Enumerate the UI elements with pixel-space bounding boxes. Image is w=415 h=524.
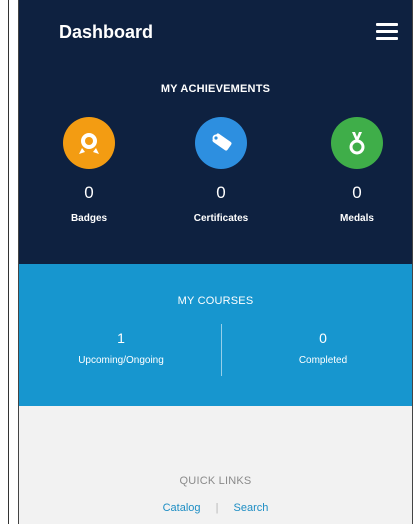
mobile-app-panel: Dashboard MY ACHIEVEMENTS 0 Badges 0 Cer… bbox=[18, 0, 413, 524]
badges-count: 0 bbox=[84, 183, 94, 202]
certificates-count: 0 bbox=[216, 183, 226, 202]
medals-label: Medals bbox=[340, 213, 374, 224]
medal-icon bbox=[331, 117, 383, 169]
search-link[interactable]: Search bbox=[234, 502, 269, 514]
completed-count: 0 bbox=[319, 330, 327, 346]
badges-label: Badges bbox=[70, 213, 108, 224]
badge-icon bbox=[63, 117, 115, 169]
courses-divider bbox=[221, 324, 222, 376]
frame-divider bbox=[8, 0, 9, 524]
page-frame: Dashboard MY ACHIEVEMENTS 0 Badges 0 Cer… bbox=[0, 0, 415, 524]
certificates-label: Certificates bbox=[193, 213, 249, 224]
achievements-title: MY ACHIEVEMENTS bbox=[160, 83, 271, 95]
medals-count: 0 bbox=[352, 183, 362, 202]
quick-links-separator: | bbox=[215, 502, 219, 514]
achievement-certificates[interactable]: 0 Certificates bbox=[161, 117, 281, 224]
achievements-section: Dashboard MY ACHIEVEMENTS 0 Badges 0 Cer… bbox=[19, 0, 412, 264]
quick-links-section: QUICK LINKS Catalog | Search bbox=[19, 406, 412, 524]
quick-links-title: QUICK LINKS bbox=[179, 475, 252, 487]
catalog-link[interactable]: Catalog bbox=[163, 502, 201, 514]
course-stat-upcoming[interactable]: 1 Upcoming/Ongoing bbox=[31, 330, 211, 366]
my-courses-section: MY COURSES 1 Upcoming/Ongoing 0 Complete… bbox=[19, 264, 412, 406]
achievement-medals[interactable]: 0 Medals bbox=[297, 117, 412, 224]
upcoming-label: Upcoming/Ongoing bbox=[78, 355, 164, 366]
certificate-icon bbox=[195, 117, 247, 169]
completed-label: Completed bbox=[298, 355, 348, 366]
quick-links-row: Catalog | Search bbox=[19, 502, 412, 514]
courses-title: MY COURSES bbox=[177, 295, 254, 307]
course-stat-completed[interactable]: 0 Completed bbox=[233, 330, 412, 366]
achievement-badges[interactable]: 0 Badges bbox=[29, 117, 149, 224]
page-title: Dashboard bbox=[59, 22, 154, 42]
upcoming-count: 1 bbox=[117, 330, 125, 346]
hamburger-menu-icon[interactable] bbox=[376, 23, 398, 40]
